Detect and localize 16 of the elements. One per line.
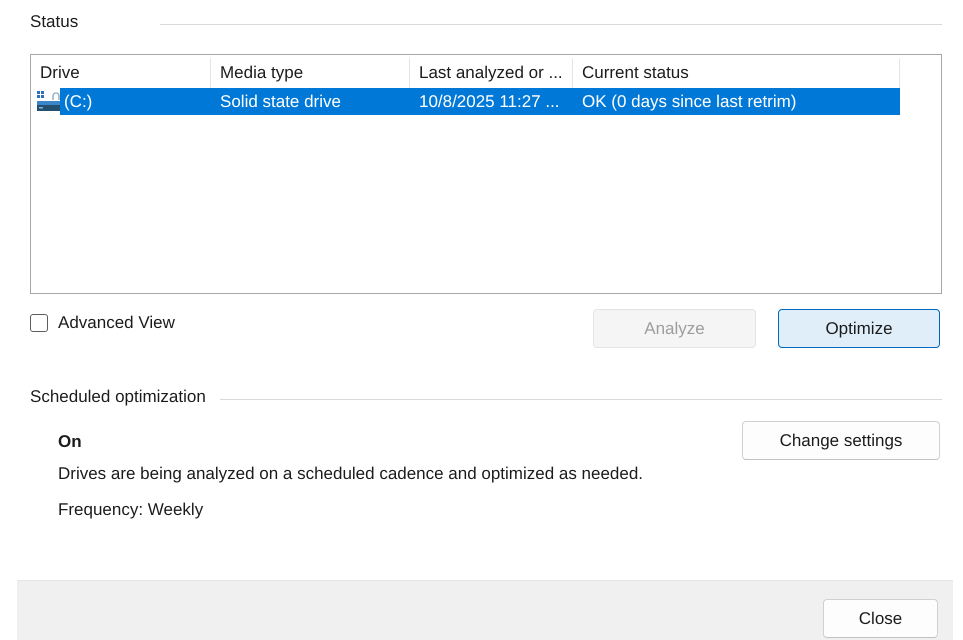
- table-cell-text: OK (0 days since last retrim): [581, 92, 798, 112]
- checkbox-label: Advanced View: [58, 314, 175, 332]
- section-title: Status: [30, 12, 78, 32]
- section-title: Scheduled optimization: [30, 387, 206, 407]
- table-cell-text: 10/8/2025 11:27 ...: [418, 92, 561, 112]
- table-cell-text: (C:): [63, 92, 94, 112]
- checkbox[interactable]: [30, 314, 48, 332]
- schedule-state: On: [58, 432, 82, 452]
- close-button[interactable]: Close: [823, 599, 938, 638]
- action-button[interactable]: Optimize: [778, 309, 940, 348]
- change-settings-button[interactable]: Change settings: [742, 421, 940, 460]
- table-cell-text: Solid state drive: [219, 92, 342, 112]
- table-row[interactable]: (C:) Solid state drive 10/8/2025 11:27 ... OK (0 days since last retrim): [60, 88, 900, 115]
- schedule-description: Drives are being analyzed on a scheduled cadence and optimized as needed.: [58, 464, 644, 484]
- frequency-text: Frequency: Weekly: [58, 500, 204, 520]
- drive-icon: [37, 90, 60, 112]
